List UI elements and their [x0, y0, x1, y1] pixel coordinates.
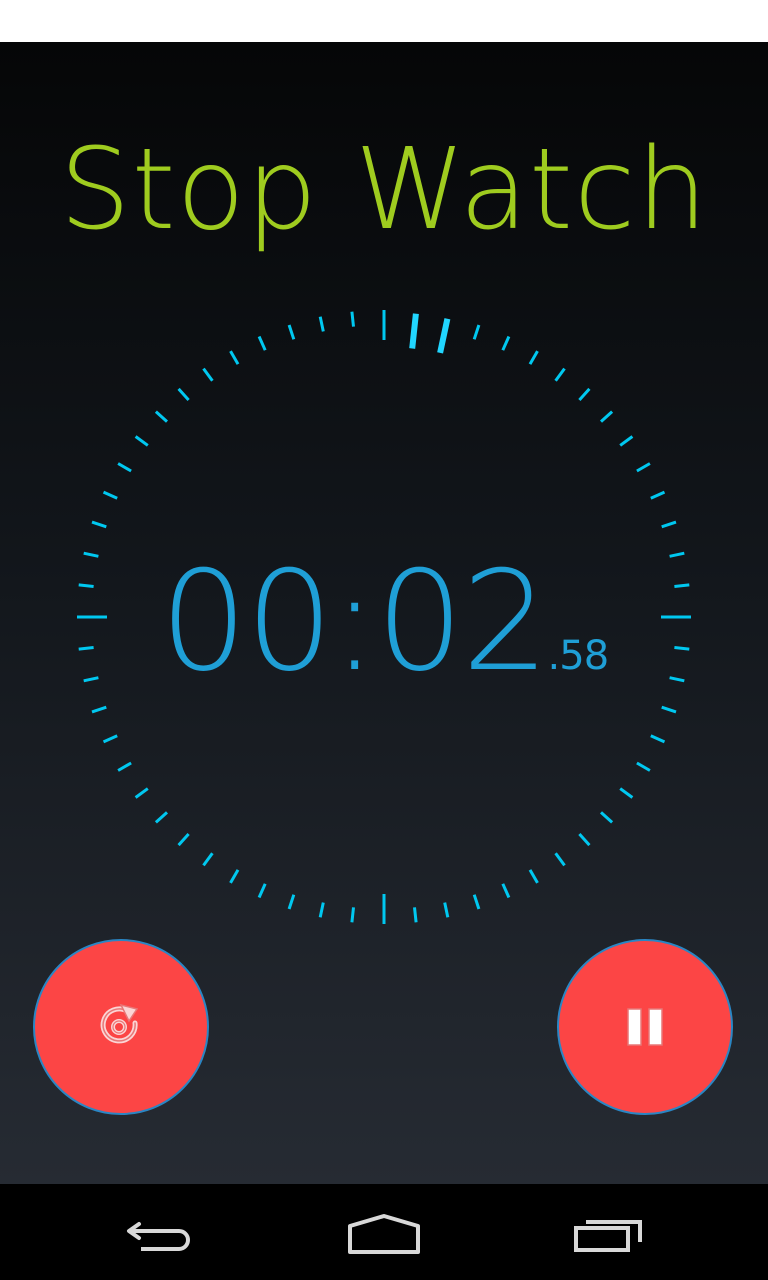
dial-tick [102, 734, 118, 744]
reset-icon [100, 1003, 139, 1044]
dial-tick [134, 787, 149, 799]
dial-tick [287, 894, 296, 910]
dial-tick [413, 907, 418, 923]
elapsed-time: 00:02 [159, 541, 550, 702]
navigation-bar [0, 1184, 768, 1280]
dial-tick [257, 335, 267, 351]
dial-tick [229, 350, 240, 365]
status-bar [0, 0, 768, 42]
dial-tick [229, 869, 240, 884]
time-readout: 00:02.58 [0, 552, 768, 692]
dial-tick [636, 462, 651, 473]
pause-icon [627, 1008, 663, 1046]
dial-tick [318, 902, 325, 918]
dial-tick [650, 734, 666, 744]
dial-tick [154, 811, 169, 824]
dial-tick [102, 490, 118, 500]
stopwatch-screen: Stop Watch 00:02.58 [0, 42, 768, 1184]
dial-tick [599, 410, 614, 423]
dial-tick [134, 435, 149, 447]
back-button[interactable] [105, 1204, 215, 1264]
dial-tick [636, 761, 651, 772]
dial-tick [177, 832, 190, 847]
dial-tick [578, 832, 591, 847]
dial-tick [257, 883, 267, 899]
dial-tick [472, 894, 481, 910]
dial-tick [117, 761, 132, 772]
dial-tick [554, 852, 566, 867]
dial-tick [528, 869, 539, 884]
dial-tick [287, 324, 296, 340]
dial-tick [350, 311, 355, 327]
pause-button[interactable] [557, 939, 733, 1115]
home-icon [348, 1214, 420, 1254]
dial-tick [501, 335, 511, 351]
dial-tick [578, 387, 591, 402]
recents-button[interactable] [555, 1204, 665, 1264]
dial-tick [154, 410, 169, 423]
dial-tick [661, 705, 677, 714]
dial-tick [318, 316, 325, 332]
dial-tick [202, 367, 214, 382]
reset-button[interactable] [33, 939, 209, 1115]
dial-tick [350, 907, 355, 923]
dial-tick [599, 811, 614, 824]
dial-tick [117, 462, 132, 473]
dial-tick [202, 852, 214, 867]
dial-tick [91, 520, 107, 529]
recents-icon [574, 1220, 642, 1252]
dial-tick [443, 902, 450, 918]
dial-tick [661, 520, 677, 529]
home-button[interactable] [329, 1204, 439, 1264]
dial-tick [91, 705, 107, 714]
dial-tick [619, 435, 634, 447]
dial-tick [554, 367, 566, 382]
elapsed-hundredths: .58 [547, 633, 610, 679]
dial-tick [528, 350, 539, 365]
back-icon [127, 1222, 190, 1251]
dial-tick [501, 883, 511, 899]
dial-tick-active [409, 313, 419, 349]
dial-tick [472, 324, 481, 340]
dial-tick-active [437, 318, 451, 354]
dial-tick [177, 387, 190, 402]
dial-tick [650, 490, 666, 500]
dial-tick [619, 787, 634, 799]
